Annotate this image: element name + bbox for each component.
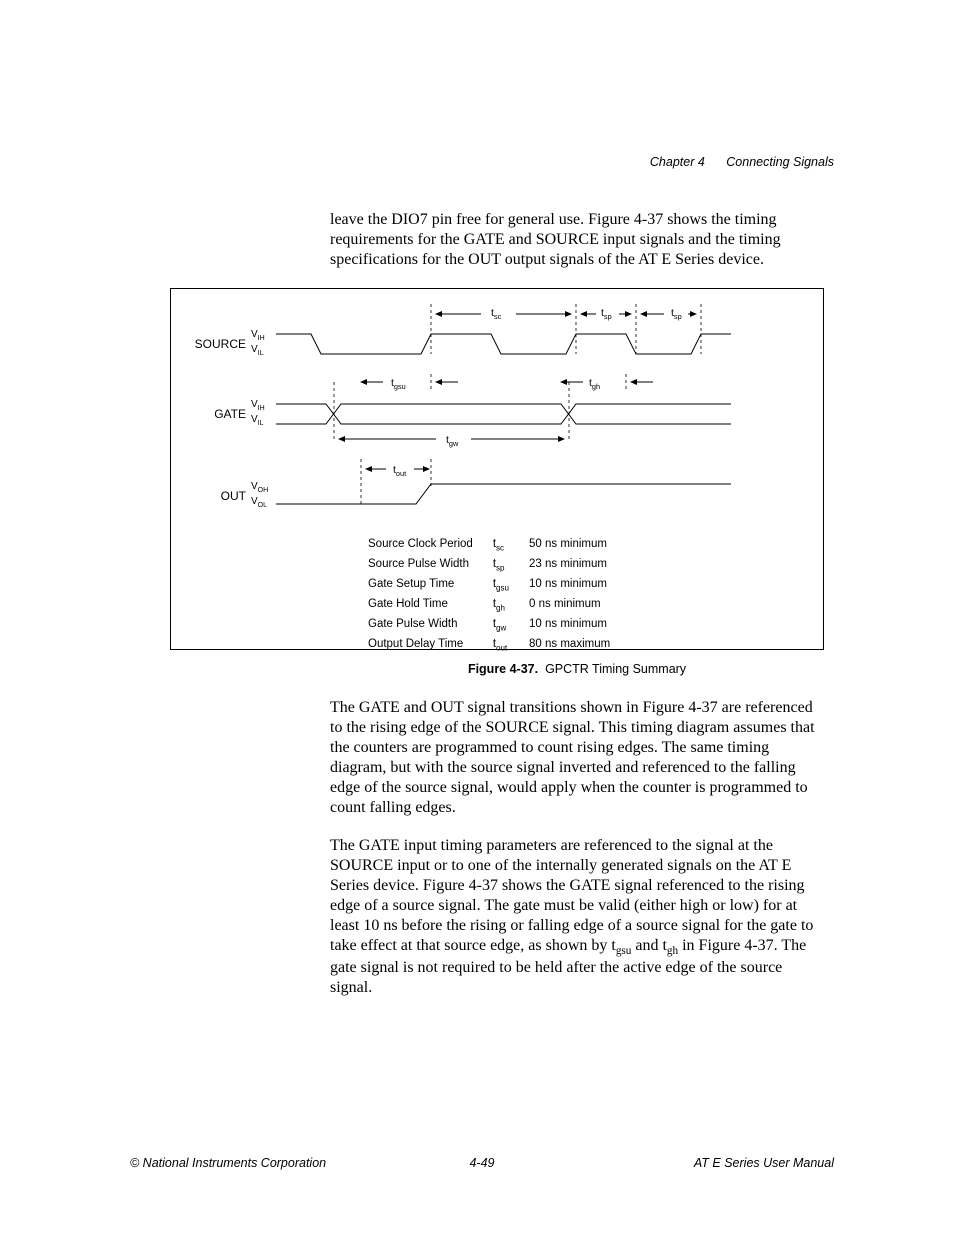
spec-row: Source Pulse Widthtsp23 ns minimum — [368, 556, 628, 574]
spec-row: Gate Pulse Widthtgw10 ns minimum — [368, 616, 628, 634]
spec-row: Gate Hold Timetgh0 ns minimum — [368, 596, 628, 614]
timing-spec-table: Source Clock Periodtsc50 ns minimum Sour… — [366, 534, 630, 656]
page-header: Chapter 4 Connecting Signals — [650, 155, 834, 169]
spec-row: Source Clock Periodtsc50 ns minimum — [368, 536, 628, 554]
timing-diagram-figure: SOURCE VIH VIL GATE VIH VIL OUT VOH VOL … — [170, 288, 824, 650]
page-footer: © National Instruments Corporation 4-49 … — [130, 1156, 834, 1170]
header-title: Connecting Signals — [726, 155, 834, 169]
figure-title: GPCTR Timing Summary — [545, 662, 686, 676]
waveform-svg — [171, 289, 811, 529]
paragraph-1: The GATE and OUT signal transitions show… — [330, 698, 824, 818]
figure-number: Figure 4-37. — [468, 662, 538, 676]
spec-row: Output Delay Timetout80 ns maximum — [368, 636, 628, 654]
spec-row: Gate Setup Timetgsu10 ns minimum — [368, 576, 628, 594]
figure-caption: Figure 4-37. GPCTR Timing Summary — [330, 662, 824, 676]
header-chapter: Chapter 4 — [650, 155, 705, 169]
paragraph-2: The GATE input timing parameters are ref… — [330, 836, 824, 998]
intro-paragraph: leave the DIO7 pin free for general use.… — [330, 210, 824, 270]
footer-center: 4-49 — [130, 1156, 834, 1170]
